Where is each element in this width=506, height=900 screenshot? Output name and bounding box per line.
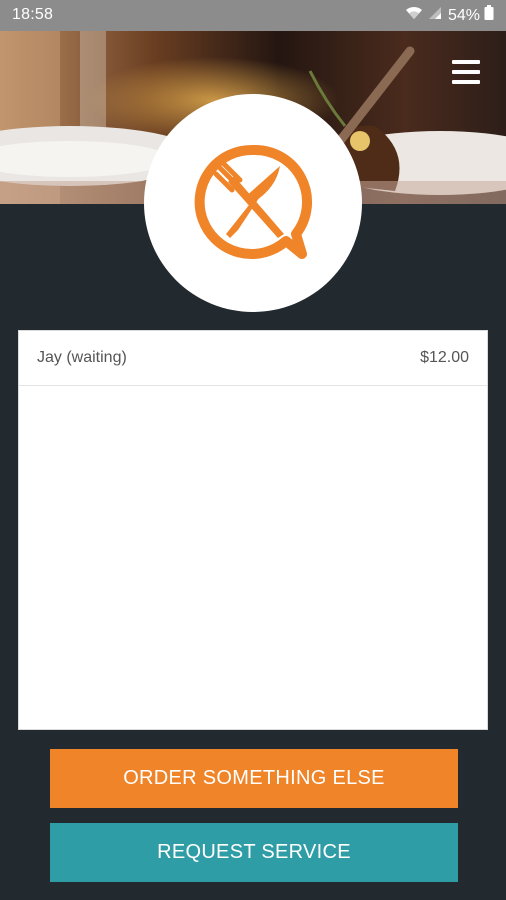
- order-something-else-button[interactable]: ORDER SOMETHING ELSE: [50, 749, 458, 808]
- status-bar: 18:58 54%: [0, 0, 506, 31]
- status-time: 18:58: [12, 6, 54, 23]
- battery-icon: [484, 5, 494, 26]
- menu-button[interactable]: [452, 60, 480, 84]
- signal-icon: [428, 5, 442, 26]
- order-price: $12.00: [420, 349, 469, 366]
- status-icons: 54%: [404, 5, 494, 26]
- order-row[interactable]: Jay (waiting) $12.00: [19, 331, 487, 386]
- hamburger-menu-icon: [452, 60, 480, 64]
- wifi-icon: [404, 5, 424, 26]
- hamburger-line: [452, 70, 480, 74]
- order-name: Jay (waiting): [37, 349, 127, 366]
- restaurant-logo: [144, 94, 362, 312]
- battery-percent: 54%: [447, 6, 480, 24]
- request-service-button[interactable]: REQUEST SERVICE: [50, 823, 458, 882]
- knife-fork-chat-bubble-icon: [194, 144, 313, 259]
- order-list: Jay (waiting) $12.00: [18, 330, 488, 730]
- hamburger-line: [452, 80, 480, 84]
